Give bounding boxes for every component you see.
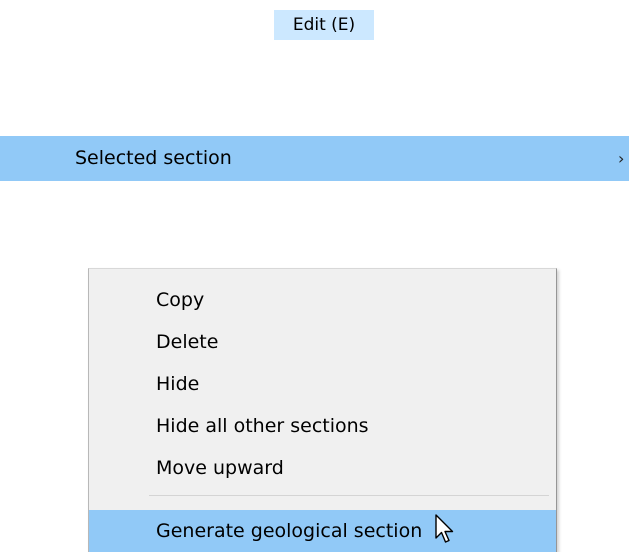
menu-item-label: Hide [156, 373, 200, 395]
menu-item-copy[interactable]: Copy [89, 279, 556, 321]
menu-item-delete[interactable]: Delete [89, 321, 556, 363]
selected-section-label: Selected section [75, 147, 232, 169]
menu-item-hide[interactable]: Hide [89, 363, 556, 405]
menu-item-label: Move upward [156, 457, 284, 479]
menu-item-label: Hide all other sections [156, 415, 369, 437]
menu-separator [149, 495, 549, 496]
menu-item-label: Delete [156, 331, 219, 353]
menu-item-move-upward[interactable]: Move upward [89, 447, 556, 489]
menu-item-hide-all-other-sections[interactable]: Hide all other sections [89, 405, 556, 447]
arrow-pointer-icon [435, 514, 454, 543]
context-menu: Copy Delete Hide Hide all other sections… [88, 268, 557, 552]
menu-item-label: Generate geological section [156, 520, 423, 542]
edit-menu[interactable]: Edit (E) [274, 10, 374, 40]
screenshot-stage: Edit (E) Selected section › Copy Delete … [0, 0, 629, 552]
chevron-right-icon: › [618, 149, 625, 168]
menu-item-generate-geological-section[interactable]: Generate geological section [89, 510, 556, 552]
selected-section-menu-item[interactable]: Selected section › [0, 136, 629, 181]
menu-item-label: Copy [156, 289, 205, 311]
